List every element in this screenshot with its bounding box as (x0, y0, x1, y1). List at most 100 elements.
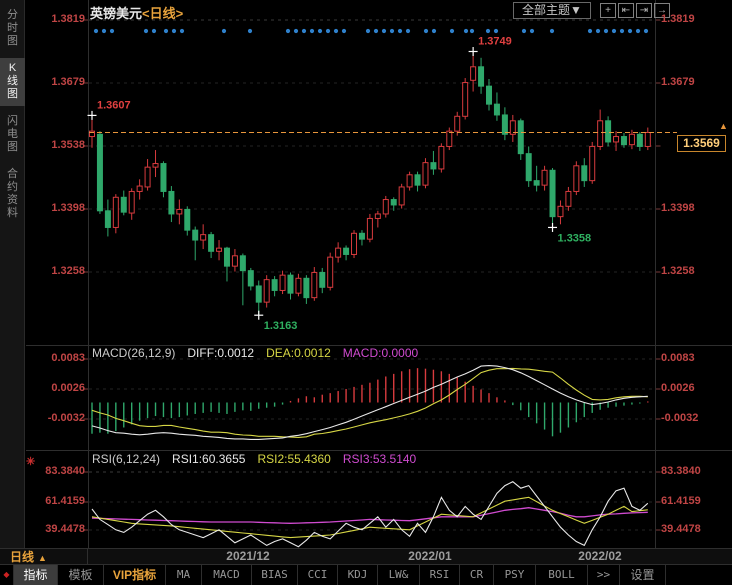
sidebar-tab-lightning-chart[interactable]: 闪电图 (0, 111, 25, 159)
candle[interactable] (336, 248, 341, 257)
sidebar-tab-kline-chart[interactable]: K线图 (0, 58, 25, 106)
candle[interactable] (121, 197, 126, 212)
candle[interactable] (574, 166, 579, 192)
candle[interactable] (344, 248, 349, 254)
candle[interactable] (328, 257, 333, 287)
candle[interactable] (224, 248, 229, 266)
candle[interactable] (193, 230, 198, 240)
candle[interactable] (240, 256, 245, 271)
chart-canvas[interactable]: 1.36071.31631.37491.3358 (0, 0, 732, 585)
candle[interactable] (320, 272, 325, 287)
candle[interactable] (90, 131, 95, 136)
rsi-axis-label: 61.4159 (661, 495, 721, 507)
candle[interactable] (105, 211, 110, 228)
toolbar-tab-bias[interactable]: BIAS (252, 565, 298, 585)
toolbar-tab-more[interactable]: >> (588, 565, 620, 585)
candle[interactable] (415, 175, 420, 185)
candle[interactable] (407, 175, 412, 187)
candle[interactable] (471, 67, 476, 81)
toolbar-tab-boll[interactable]: BOLL (536, 565, 588, 585)
candle[interactable] (645, 133, 650, 147)
toolbar-tab-psy[interactable]: PSY (494, 565, 536, 585)
theme-dropdown-button[interactable]: 全部主题▼ (513, 2, 591, 19)
signal-dot (470, 29, 474, 33)
candle[interactable] (391, 200, 396, 205)
candle[interactable] (288, 275, 293, 293)
toolbar-tab-cci[interactable]: CCI (298, 565, 338, 585)
candle[interactable] (447, 131, 452, 146)
candle[interactable] (526, 154, 531, 181)
candle[interactable] (455, 116, 460, 131)
candle[interactable] (463, 83, 468, 117)
candle[interactable] (494, 104, 499, 115)
macd-axis-label: 0.0083 (661, 352, 721, 364)
candle[interactable] (264, 280, 269, 303)
toolbar-tab-lwr[interactable]: LW& (378, 565, 420, 585)
candle[interactable] (598, 121, 603, 147)
candle[interactable] (312, 272, 317, 297)
candle[interactable] (375, 214, 380, 219)
toolbar-tab-rsi[interactable]: RSI (420, 565, 460, 585)
candle[interactable] (153, 164, 158, 168)
toolbar-tab-template[interactable]: 模板 (58, 565, 104, 585)
compress-right-icon[interactable]: ⇥ (636, 3, 652, 18)
candle[interactable] (232, 256, 237, 266)
candle[interactable] (296, 278, 301, 293)
candle[interactable] (518, 121, 523, 154)
toolbar-tab-indicator[interactable]: 指标 (14, 565, 58, 585)
candle[interactable] (621, 137, 626, 145)
candle[interactable] (209, 235, 214, 252)
candle[interactable] (629, 134, 634, 144)
candle[interactable] (399, 187, 404, 205)
toolbar-tab-cr[interactable]: CR (460, 565, 494, 585)
candle[interactable] (439, 146, 444, 169)
candle[interactable] (566, 191, 571, 206)
candle[interactable] (614, 137, 619, 142)
candle[interactable] (113, 197, 118, 227)
candle[interactable] (582, 166, 587, 181)
price-axis-label: 1.3819 (28, 13, 85, 25)
candle[interactable] (487, 86, 492, 104)
candle[interactable] (217, 248, 222, 251)
candle[interactable] (169, 191, 174, 214)
candle[interactable] (137, 186, 142, 191)
candle[interactable] (185, 209, 190, 230)
candle[interactable] (606, 121, 611, 142)
sidebar-tab-time-chart[interactable]: 分时图 (0, 5, 25, 53)
candle[interactable] (550, 170, 555, 216)
toolbar-tab-vip-indicator[interactable]: VIP指标 (104, 565, 166, 585)
candle[interactable] (272, 280, 277, 291)
candle[interactable] (145, 167, 150, 187)
toolbar-tab-settings[interactable]: 设置 (620, 565, 666, 585)
candle[interactable] (352, 233, 357, 254)
candle[interactable] (97, 134, 102, 211)
candle[interactable] (304, 278, 309, 297)
candle[interactable] (161, 164, 166, 192)
candle[interactable] (280, 275, 285, 290)
sidebar-tab-contract-info[interactable]: 合约资料 (0, 164, 25, 225)
candle[interactable] (367, 218, 372, 239)
candle[interactable] (359, 233, 364, 239)
candle[interactable] (423, 163, 428, 186)
toolbar-tab-kdj[interactable]: KDJ (338, 565, 378, 585)
candle[interactable] (502, 115, 507, 134)
period-selector[interactable]: 日线▲ (0, 549, 88, 564)
candle[interactable] (129, 191, 134, 213)
compress-left-icon[interactable]: ⇤ (618, 3, 634, 18)
candle[interactable] (383, 200, 388, 214)
toolbar-tab-ma[interactable]: MA (166, 565, 202, 585)
period-label: 日线 (10, 550, 34, 564)
candle[interactable] (256, 286, 261, 302)
candle[interactable] (201, 235, 206, 240)
candle[interactable] (534, 181, 539, 186)
candle[interactable] (177, 209, 182, 214)
candle[interactable] (637, 134, 642, 146)
candle[interactable] (431, 163, 436, 169)
toolbar-tab-macd[interactable]: MACD (202, 565, 252, 585)
candle[interactable] (590, 146, 595, 180)
candle[interactable] (248, 271, 253, 286)
candle[interactable] (542, 170, 547, 185)
candle[interactable] (558, 206, 563, 216)
crosshair-icon[interactable]: + (600, 3, 616, 18)
candle[interactable] (479, 67, 484, 86)
